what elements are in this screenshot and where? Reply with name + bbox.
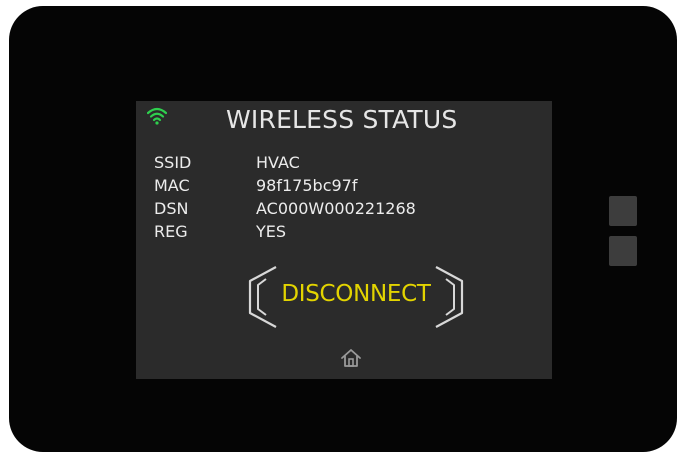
info-label-mac: MAC [154, 176, 190, 195]
screen-title: WIRELESS STATUS [226, 105, 458, 134]
side-button-bottom[interactable] [609, 236, 637, 266]
info-label-dsn: DSN [154, 199, 189, 218]
wireless-info-list: SSID HVAC MAC 98f175bc97f DSN AC000W0002… [154, 151, 416, 243]
side-button-top[interactable] [609, 196, 637, 226]
info-label-ssid: SSID [154, 153, 192, 172]
info-value-reg: YES [256, 222, 287, 241]
info-row-dsn: DSN AC000W000221268 [154, 197, 416, 220]
info-value-ssid: HVAC [256, 153, 300, 172]
info-value-mac: 98f175bc97f [256, 176, 358, 195]
info-row-reg: REG YES [154, 220, 416, 243]
thermostat-device: WIRELESS STATUS SSID HVAC MAC 98f175bc97… [9, 6, 677, 452]
disconnect-label: DISCONNECT [281, 281, 431, 307]
touch-screen: WIRELESS STATUS SSID HVAC MAC 98f175bc97… [136, 101, 552, 379]
disconnect-button[interactable]: DISCONNECT [246, 265, 466, 329]
info-label-reg: REG [154, 222, 188, 241]
info-row-ssid: SSID HVAC [154, 151, 416, 174]
info-value-dsn: AC000W000221268 [256, 199, 416, 218]
wifi-icon [146, 107, 168, 125]
info-row-mac: MAC 98f175bc97f [154, 174, 416, 197]
home-icon[interactable] [340, 348, 362, 368]
